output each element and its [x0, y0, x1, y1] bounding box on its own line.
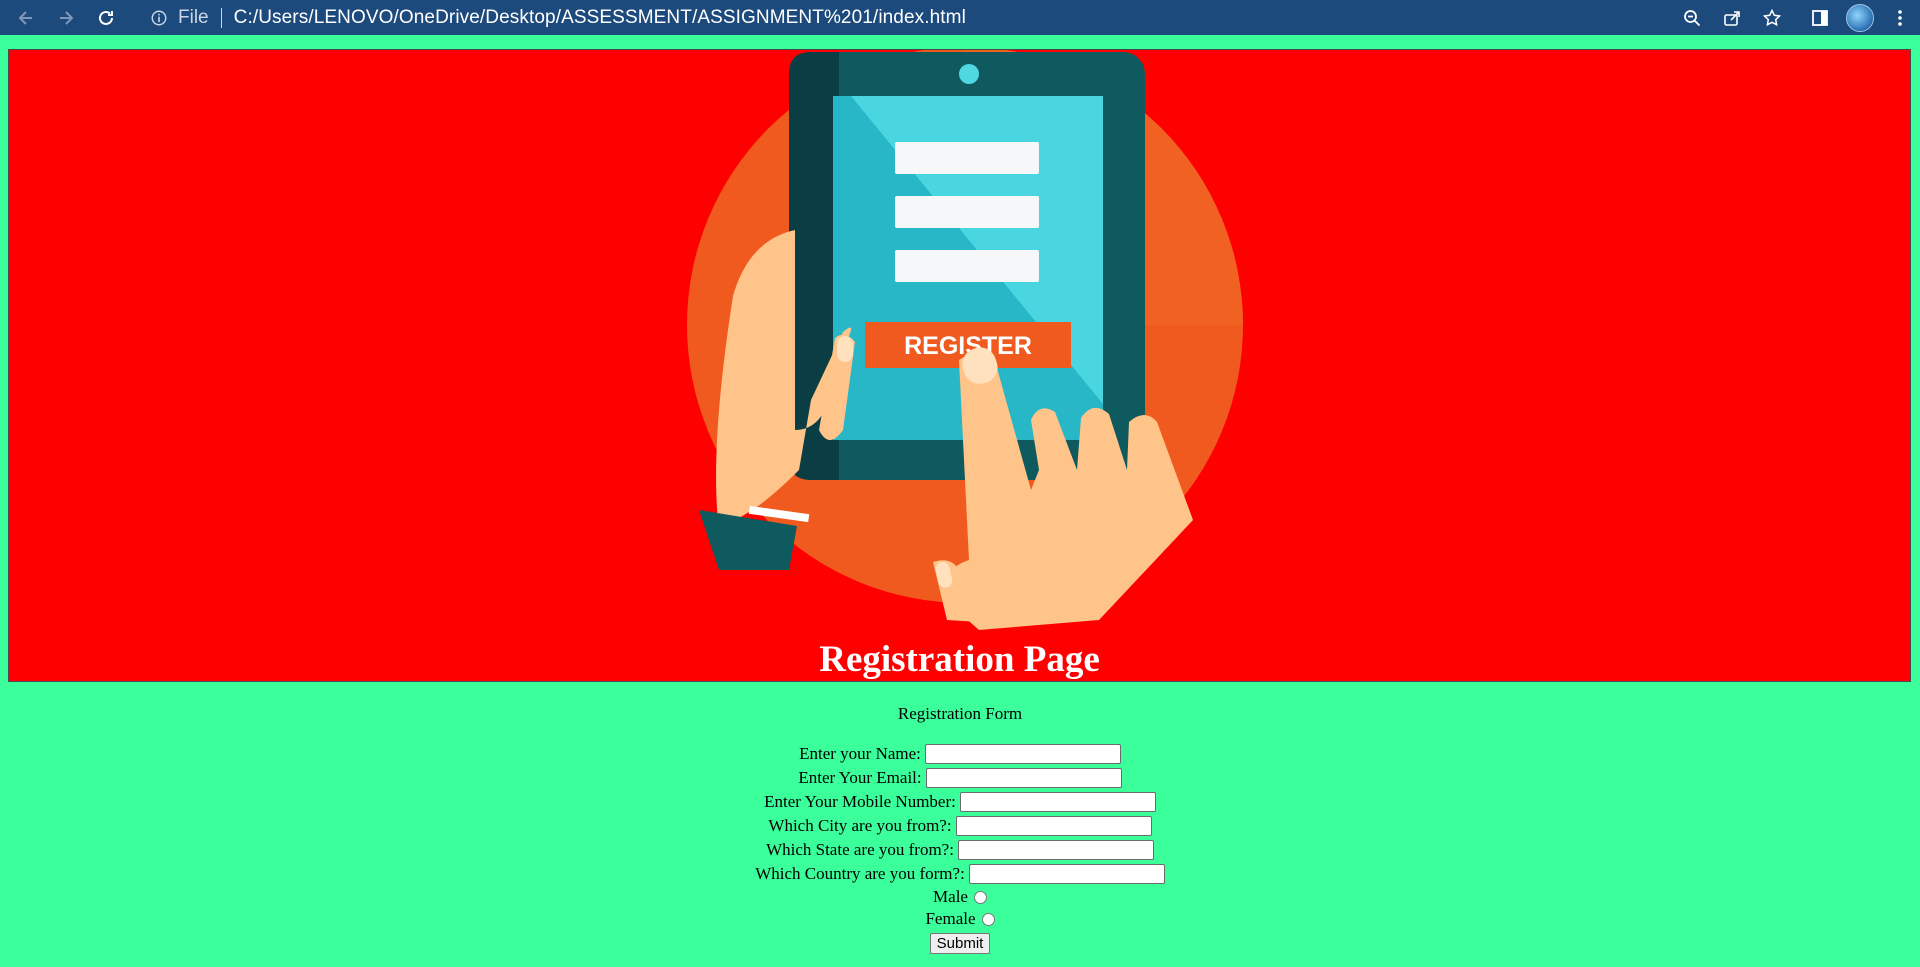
email-row: Enter Your Email:: [0, 766, 1920, 790]
forward-arrow-icon: [60, 10, 74, 25]
city-row: Which City are you from?:: [0, 814, 1920, 838]
state-input[interactable]: [957, 840, 1154, 860]
bookmark-star-icon: [1762, 8, 1782, 26]
kebab-menu-icon: [1898, 9, 1902, 26]
email-input[interactable]: [925, 768, 1122, 788]
mobile-row: Enter Your Mobile Number:: [0, 790, 1920, 814]
submit-button[interactable]: Submit: [929, 932, 991, 954]
profile-button[interactable]: [1840, 0, 1880, 35]
share-button[interactable]: [1712, 0, 1752, 35]
url-divider: [220, 7, 222, 28]
email-label: Enter Your Email:: [798, 768, 922, 787]
state-row: Which State are you from?:: [0, 838, 1920, 862]
side-panel-button[interactable]: [1800, 0, 1840, 35]
side-panel-icon: [1812, 9, 1828, 26]
back-arrow-icon: [18, 10, 32, 25]
female-row: Female: [0, 908, 1920, 930]
name-input[interactable]: [924, 744, 1121, 764]
male-label: Male: [933, 887, 968, 906]
mobile-label: Enter Your Mobile Number:: [764, 792, 956, 811]
female-radio[interactable]: [981, 912, 995, 926]
city-label: Which City are you from?:: [768, 816, 952, 835]
share-icon: [1724, 10, 1740, 26]
toolbar-actions: [1672, 0, 1920, 35]
page-title: Registration Page: [819, 639, 1100, 680]
info-icon[interactable]: [148, 7, 170, 29]
country-label: Which Country are you form?:: [755, 864, 965, 883]
male-row: Male: [0, 886, 1920, 908]
mobile-input[interactable]: [959, 792, 1156, 812]
reload-button[interactable]: [86, 0, 126, 35]
city-input[interactable]: [955, 816, 1152, 836]
header-banner: REGISTER Registration Page: [8, 49, 1911, 682]
name-row: Enter your Name:: [0, 742, 1920, 766]
registration-form: Registration Form Enter your Name: Enter…: [0, 704, 1920, 956]
back-button[interactable]: [6, 0, 46, 35]
url-text[interactable]: C:/Users/LENOVO/OneDrive/Desktop/ASSESSM…: [234, 7, 966, 29]
name-label: Enter your Name:: [799, 744, 921, 763]
url-scheme-label: File: [178, 6, 209, 28]
menu-button[interactable]: [1880, 0, 1920, 35]
registration-illustration: REGISTER: [687, 50, 1243, 630]
form-caption: Registration Form: [897, 704, 1023, 723]
zoom-icon: [1684, 9, 1701, 26]
state-label: Which State are you from?:: [766, 840, 954, 859]
forward-button[interactable]: [46, 0, 86, 35]
female-label: Female: [925, 909, 976, 928]
zoom-button[interactable]: [1672, 0, 1712, 35]
bookmark-button[interactable]: [1752, 0, 1792, 35]
country-input[interactable]: [968, 864, 1165, 884]
male-radio[interactable]: [973, 890, 987, 904]
profile-avatar: [1846, 3, 1874, 32]
reload-icon: [99, 10, 113, 25]
submit-row: Submit: [0, 930, 1920, 956]
address-bar[interactable]: File C:/Users/LENOVO/OneDrive/Desktop/AS…: [135, 3, 1795, 32]
browser-toolbar: File C:/Users/LENOVO/OneDrive/Desktop/AS…: [0, 0, 1920, 35]
country-row: Which Country are you form?:: [0, 862, 1920, 886]
